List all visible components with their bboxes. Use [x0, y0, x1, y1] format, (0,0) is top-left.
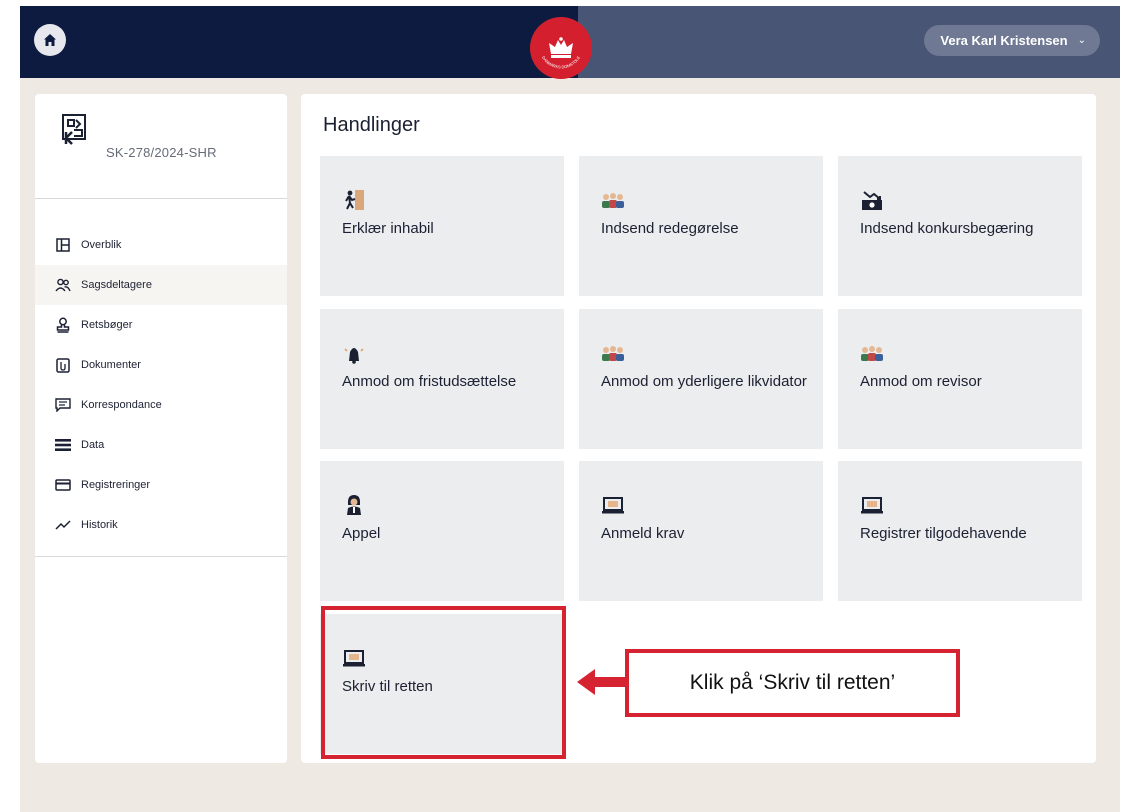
stamp-icon: [55, 317, 71, 333]
page-title: Handlinger: [323, 114, 420, 136]
laptop-icon: [343, 650, 365, 667]
laptop-icon: [861, 497, 883, 514]
exit-person-icon: [345, 190, 364, 210]
tile-indsend-redegoerelse[interactable]: Indsend redegørelse: [579, 156, 823, 296]
people-icon: [55, 277, 71, 293]
tile-label: Indsend konkursbegæring: [860, 220, 1034, 237]
sidebar-item-historik[interactable]: Historik: [35, 505, 287, 545]
sidebar-item-registreringer[interactable]: Registreringer: [35, 465, 287, 505]
sidebar-item-label: Sagsdeltagere: [81, 279, 152, 291]
sidebar-item-data[interactable]: Data: [35, 425, 287, 465]
sidebar-divider: [35, 556, 287, 557]
sidebar-item-label: Overblik: [81, 239, 122, 251]
user-name: Vera Karl Kristensen: [940, 33, 1068, 48]
sidebar: SK-278/2024-SHR Overblik Sagsdeltagere R…: [35, 94, 287, 763]
crest-logo[interactable]: DANMARKS DOMSTOLE: [530, 17, 592, 79]
group-icon: [861, 346, 883, 361]
sidebar-item-label: Dokumenter: [81, 359, 141, 371]
judge-icon: [347, 495, 361, 515]
card-icon: [55, 477, 71, 493]
trend-icon: [55, 517, 71, 533]
laptop-icon: [602, 497, 624, 514]
callout-label: Klik på ‘Skriv til retten’: [625, 649, 960, 717]
tile-label: Anmeld krav: [601, 525, 685, 542]
list-icon: [55, 437, 71, 453]
case-header: SK-278/2024-SHR: [35, 94, 287, 199]
tile-anmod-om-revisor[interactable]: Anmod om revisor: [838, 309, 1082, 449]
app-frame: DANMARKS DOMSTOLE Vera Karl Kristensen ⌄…: [20, 6, 1120, 812]
sidebar-item-overblik[interactable]: Overblik: [35, 225, 287, 265]
user-menu-button[interactable]: Vera Karl Kristensen ⌄: [924, 25, 1100, 56]
sidebar-nav: Overblik Sagsdeltagere Retsbøger Dokumen…: [35, 199, 287, 545]
sidebar-item-label: Historik: [81, 519, 118, 531]
sidebar-item-retsboger[interactable]: Retsbøger: [35, 305, 287, 345]
sidebar-item-korrespondance[interactable]: Korrespondance: [35, 385, 287, 425]
home-icon: [44, 34, 56, 46]
document-icon: [55, 357, 71, 373]
register-icon: [862, 191, 882, 210]
case-file-icon: [62, 114, 86, 145]
sidebar-item-label: Retsbøger: [81, 319, 133, 331]
sidebar-item-label: Registreringer: [81, 479, 151, 491]
tile-label: Erklær inhabil: [342, 220, 434, 237]
tile-label: Indsend redegørelse: [601, 220, 739, 237]
top-bar-left: [20, 6, 578, 78]
tile-label: Registrer tilgodehavende: [860, 525, 1027, 542]
crest-text-ring: DANMARKS DOMSTOLE: [541, 55, 581, 70]
layout-icon: [55, 237, 71, 253]
case-id: SK-278/2024-SHR: [106, 145, 217, 160]
bell-icon: [344, 348, 364, 364]
sidebar-item-label: Data: [81, 439, 105, 451]
tile-label: Anmod om yderligere likvidator: [601, 373, 807, 390]
tile-anmeld-krav[interactable]: Anmeld krav: [579, 461, 823, 601]
tile-label: Skriv til retten: [342, 678, 433, 695]
tile-indsend-konkursbegaering[interactable]: Indsend konkursbegæring: [838, 156, 1082, 296]
tile-erklaer-inhabil[interactable]: Erklær inhabil: [320, 156, 564, 296]
chevron-down-icon: ⌄: [1077, 35, 1086, 46]
arrow-left-icon: [577, 669, 627, 695]
tile-label: Anmod om revisor: [860, 373, 982, 390]
svg-text:DANMARKS DOMSTOLE: DANMARKS DOMSTOLE: [541, 55, 581, 70]
tile-label: Anmod om fristudsættelse: [342, 373, 517, 390]
home-button[interactable]: [34, 24, 66, 56]
group-icon: [602, 346, 624, 361]
sidebar-item-dokumenter[interactable]: Dokumenter: [35, 345, 287, 385]
tile-anmod-om-fristudsaettelse[interactable]: Anmod om fristudsættelse: [320, 309, 564, 449]
sidebar-item-sagsdeltagere[interactable]: Sagsdeltagere: [35, 265, 287, 305]
message-icon: [55, 397, 71, 413]
tile-anmod-om-yderligere-likvidator[interactable]: Anmod om yderligere likvidator: [579, 309, 823, 449]
tile-label: Appel: [342, 525, 381, 542]
sidebar-item-label: Korrespondance: [81, 399, 162, 411]
tile-skriv-til-retten[interactable]: Skriv til retten: [320, 614, 564, 754]
tile-appel[interactable]: Appel: [320, 461, 564, 601]
group-icon: [602, 193, 624, 208]
tile-registrer-tilgodehavende[interactable]: Registrer tilgodehavende: [838, 461, 1082, 601]
